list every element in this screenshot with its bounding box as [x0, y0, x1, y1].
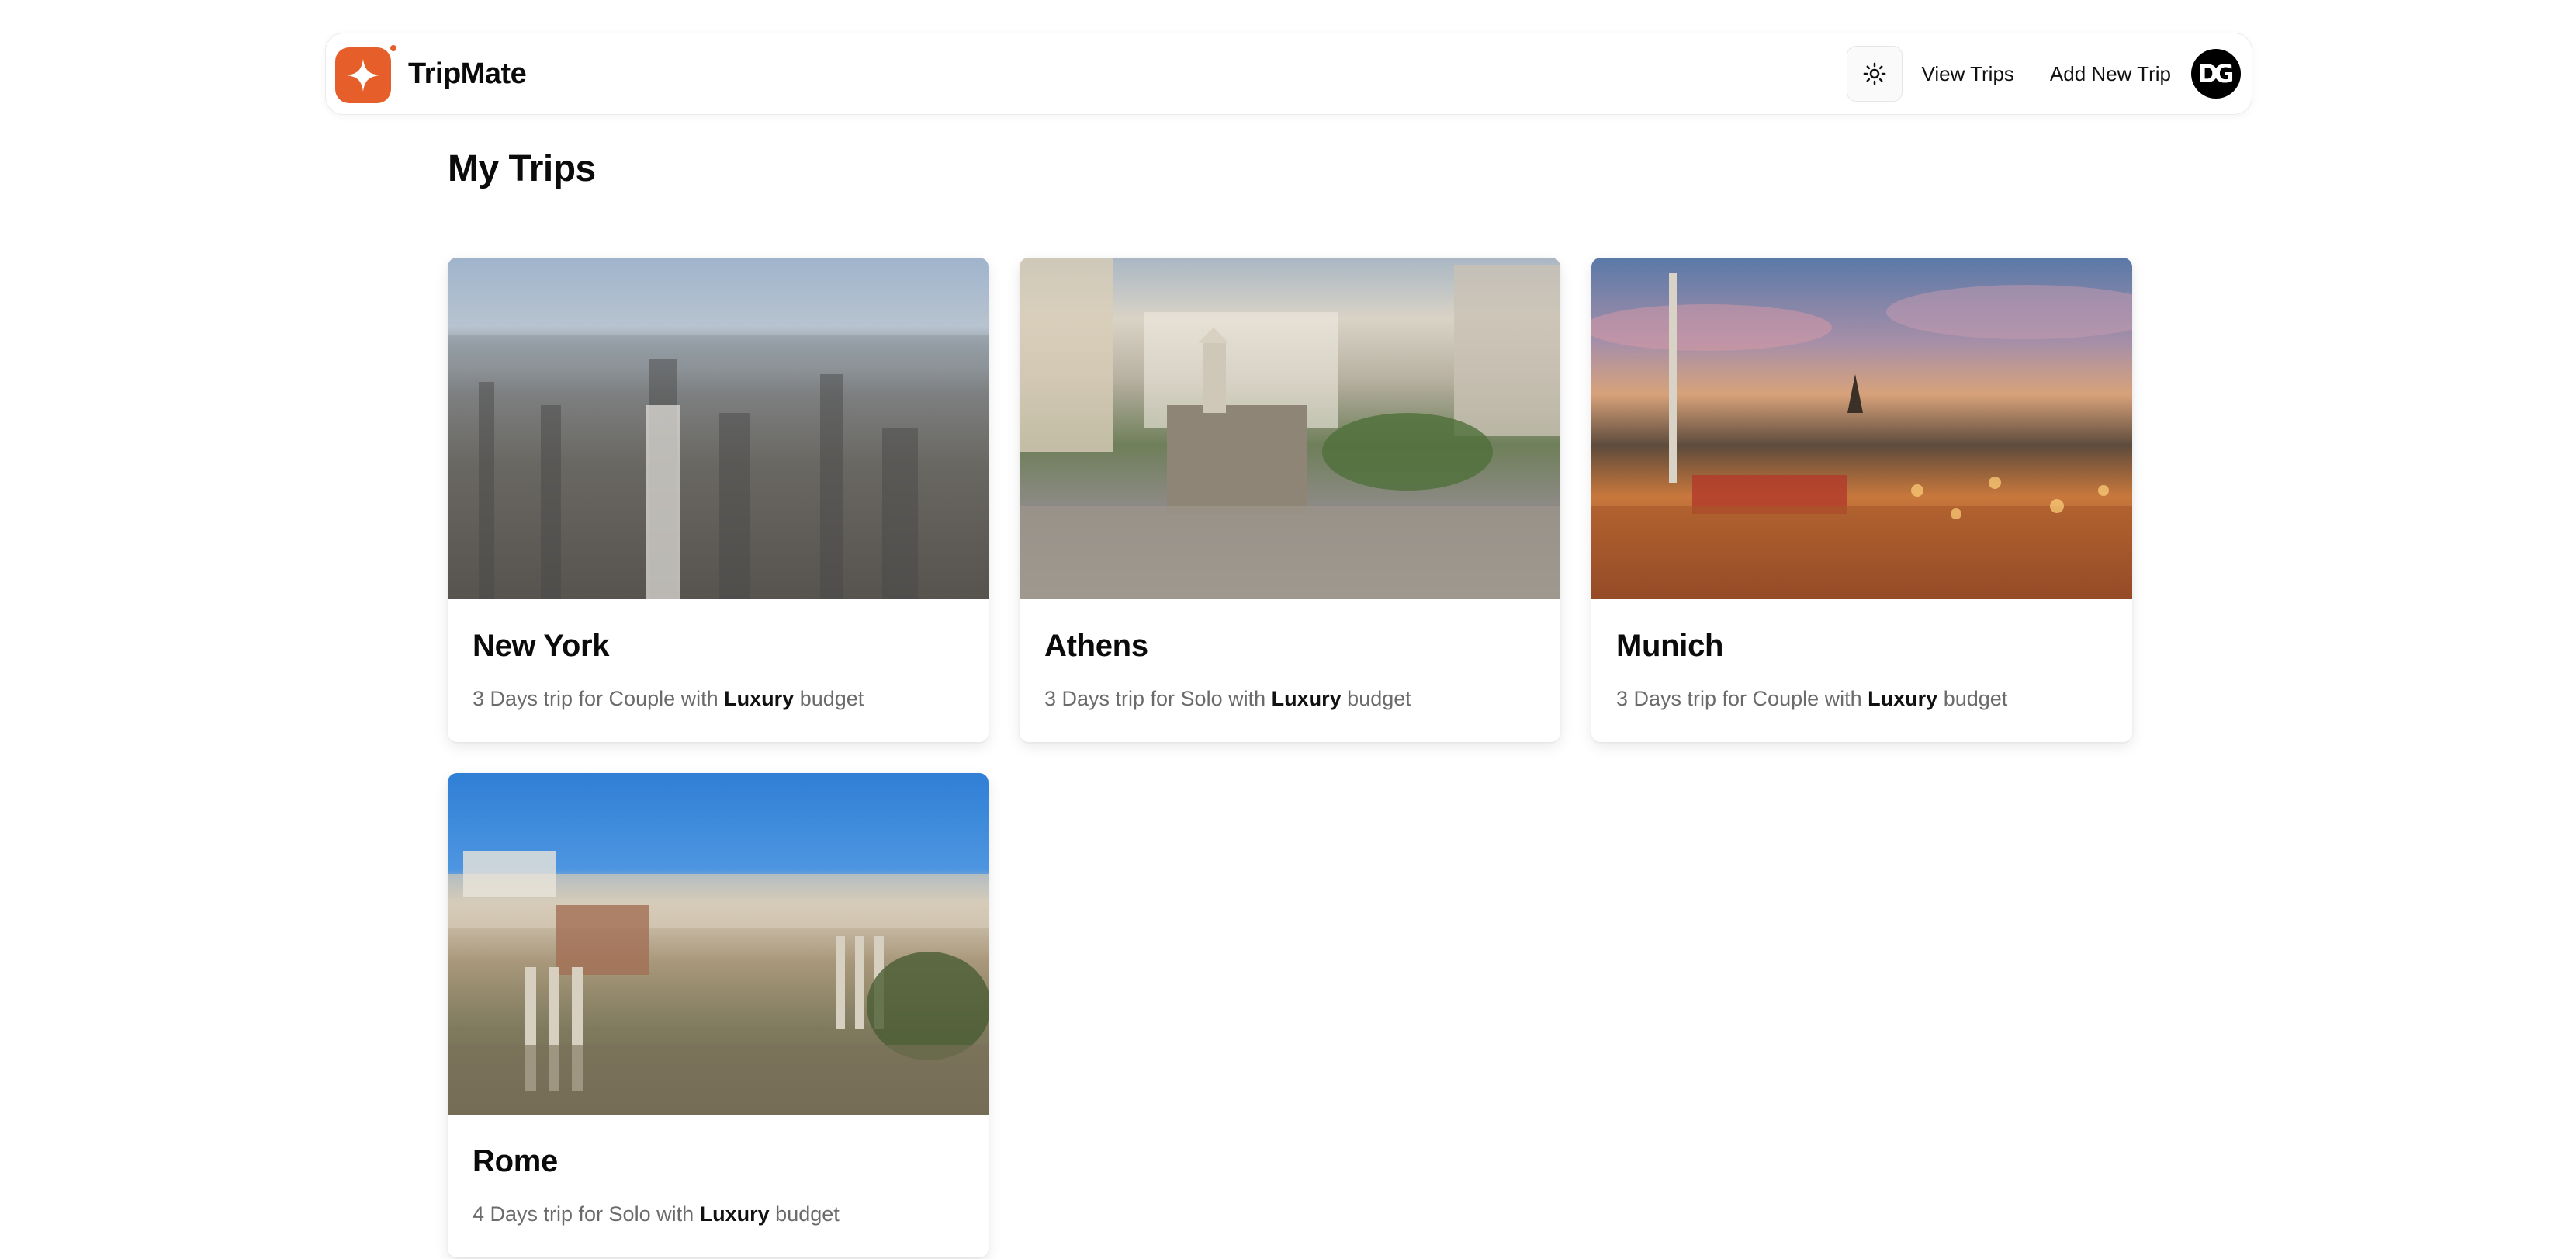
theme-toggle-button[interactable] [1847, 46, 1903, 102]
budget-label: Luxury [724, 687, 795, 710]
user-avatar[interactable]: DG [2191, 49, 2241, 99]
brand-name: TripMate [408, 57, 527, 90]
top-navbar: TripMate View Trips Add New Trip DG [325, 33, 2252, 115]
trip-image-munich [1591, 258, 2132, 599]
sparkle-icon [347, 59, 379, 92]
trip-card-munich[interactable]: Munich 3 Days trip for Couple with Luxur… [1591, 258, 2132, 742]
trip-image-new-york [448, 258, 989, 599]
trip-image-athens [1020, 258, 1560, 599]
trip-description: 3 Days trip for Couple with Luxury budge… [1616, 687, 2008, 710]
header-actions: View Trips Add New Trip DG [1847, 46, 2241, 102]
trip-card-new-york[interactable]: New York 3 Days trip for Couple with Lux… [448, 258, 989, 742]
trip-title: Rome [473, 1144, 558, 1178]
budget-label: Luxury [1868, 687, 1938, 710]
trip-description: 3 Days trip for Couple with Luxury budge… [473, 687, 864, 710]
sun-icon [1864, 62, 1886, 85]
brand[interactable]: TripMate [335, 43, 527, 103]
logo-dot [388, 43, 399, 54]
trip-description: 4 Days trip for Solo with Luxury budget [473, 1202, 840, 1226]
trip-description: 3 Days trip for Solo with Luxury budget [1044, 687, 1411, 710]
budget-label: Luxury [1271, 687, 1342, 710]
add-new-trip-link[interactable]: Add New Trip [2050, 62, 2171, 86]
trip-title: New York [473, 629, 610, 663]
trips-grid: New York 3 Days trip for Couple with Lux… [448, 258, 2132, 1257]
page-title: My Trips [448, 148, 596, 189]
trip-card-rome[interactable]: Rome 4 Days trip for Solo with Luxury bu… [448, 773, 989, 1257]
tripmate-logo [335, 43, 399, 103]
trip-title: Munich [1616, 629, 1724, 663]
trip-image-rome [448, 773, 989, 1115]
trip-title: Athens [1044, 629, 1148, 663]
budget-label: Luxury [699, 1202, 770, 1226]
trip-card-athens[interactable]: Athens 3 Days trip for Solo with Luxury … [1020, 258, 1560, 742]
view-trips-link[interactable]: View Trips [1921, 62, 2013, 86]
